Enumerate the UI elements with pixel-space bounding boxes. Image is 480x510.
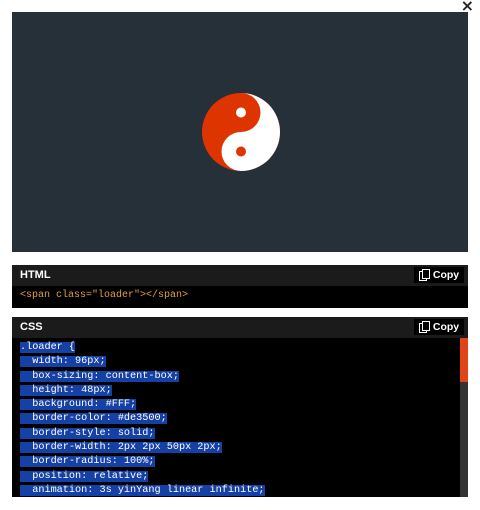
css-scrollbar[interactable] [460, 338, 468, 497]
css-code-line: border-width: 2px 2px 50px 2px; [20, 442, 222, 454]
css-scroll-thumb[interactable] [460, 338, 468, 382]
css-code-line: width: 96px; [20, 356, 106, 368]
red-dot [236, 146, 246, 157]
css-code-line: background: #FFF; [20, 399, 137, 411]
html-panel-header: HTML Copy [12, 265, 468, 286]
css-copy-label: Copy [432, 321, 460, 333]
white-dot [236, 107, 246, 118]
copy-icon [418, 269, 430, 281]
css-code-line: border-style: solid; [20, 427, 155, 439]
html-code-text: <span class="loader"></span> [20, 290, 189, 301]
html-copy-button[interactable]: Copy [414, 267, 464, 283]
copy-icon [418, 321, 430, 333]
css-code-line: .loader { [20, 342, 76, 353]
css-copy-button[interactable]: Copy [414, 319, 464, 335]
yin-yang-loader [202, 93, 280, 171]
css-code-line: animation: 3s yinYang linear infinite; [20, 484, 265, 496]
preview-area [12, 12, 468, 252]
html-copy-label: Copy [432, 269, 460, 281]
html-panel-title: HTML [20, 269, 51, 281]
css-code-line: border-color: #de3500; [20, 413, 167, 425]
css-panel-title: CSS [20, 321, 43, 333]
css-panel-header: CSS Copy [12, 317, 468, 338]
css-code-lines: .loader { width: 96px; box-sizing: conte… [20, 341, 265, 497]
html-code-block: <span class="loader"></span> [12, 286, 468, 308]
css-code-line: border-radius: 100%; [20, 456, 155, 468]
css-code-line: position: relative; [20, 470, 149, 482]
css-code-line: height: 48px; [20, 384, 112, 396]
css-code-block[interactable]: .loader { width: 96px; box-sizing: conte… [12, 338, 468, 497]
css-code-line: box-sizing: content-box; [20, 370, 179, 382]
